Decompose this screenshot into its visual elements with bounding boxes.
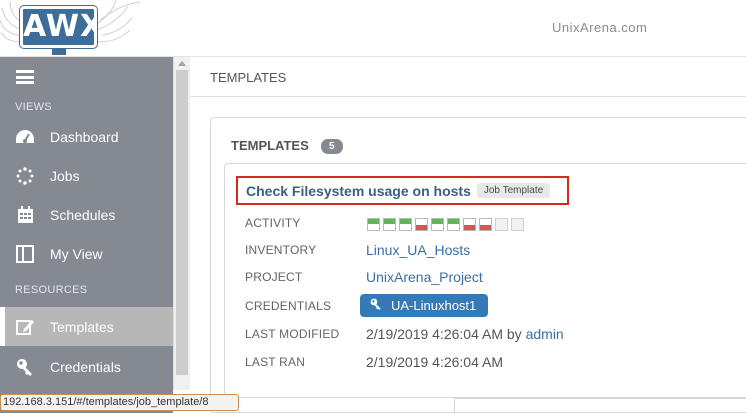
edit-icon (15, 317, 35, 337)
job-type-badge: Job Template (476, 183, 551, 198)
activity-job-none (495, 218, 508, 231)
calendar-icon (15, 205, 35, 225)
last-ran-label: LAST RAN (245, 355, 306, 369)
template-count-badge: 5 (321, 139, 343, 154)
top-bar: AWX UnixArena.com (0, 0, 746, 57)
section-resources: RESOURCES (15, 284, 88, 296)
activity-job-failed[interactable] (479, 218, 492, 231)
last-modified-value: 2/19/2019 4:26:04 AM by admin (366, 326, 564, 342)
project-link[interactable]: UnixArena_Project (366, 269, 483, 285)
activity-job-none (511, 218, 524, 231)
sidebar-item-credentials[interactable]: Credentials (0, 347, 173, 386)
template-name-link[interactable]: Check Filesystem usage on hosts (246, 183, 471, 199)
hamburger-menu-icon[interactable] (16, 70, 34, 84)
last-modified-date: 2/19/2019 4:26:04 AM (366, 326, 503, 342)
inventory-link[interactable]: Linux_UA_Hosts (366, 242, 470, 258)
awx-page: AWX UnixArena.com VIEWS Dashboard Jobs S… (0, 0, 746, 413)
panel-title: TEMPLATES (231, 138, 309, 153)
sidebar-item-label: Templates (50, 318, 114, 335)
inventory-label: INVENTORY (245, 243, 317, 257)
main-header: TEMPLATES (190, 57, 746, 97)
activity-job-failed[interactable] (415, 218, 428, 231)
sidebar-item-label: Jobs (50, 167, 80, 184)
sidebar-item-my-view[interactable]: My View (0, 234, 173, 273)
sidebar-item-label: Dashboard (50, 128, 119, 145)
activity-label: ACTIVITY (245, 216, 301, 230)
key-icon (370, 298, 382, 313)
divider (454, 398, 455, 413)
credentials-label: CREDENTIALS (245, 299, 332, 313)
my-view-icon (15, 244, 35, 264)
sidebar-item-dashboard[interactable]: Dashboard (0, 117, 173, 156)
logo-stand (52, 49, 66, 55)
activity-job-success[interactable] (367, 218, 380, 231)
status-bar-url: 192.168.3.151/#/templates/job_template/8 (0, 394, 239, 411)
sidebar-item-label: Schedules (50, 206, 116, 223)
key-icon (15, 357, 35, 377)
scroll-thumb[interactable] (176, 70, 188, 375)
sidebar-item-schedules[interactable]: Schedules (0, 195, 173, 234)
activity-job-success[interactable] (431, 218, 444, 231)
sidebar-item-label: Credentials (50, 358, 121, 375)
scroll-up-arrow-icon[interactable] (178, 61, 186, 66)
sidebar-item-jobs[interactable]: Jobs (0, 156, 173, 195)
last-ran-value: 2/19/2019 4:26:04 AM (366, 354, 503, 370)
sidebar-item-label: My View (50, 245, 103, 262)
divider (454, 398, 746, 399)
template-card: Check Filesystem usage on hosts Job Temp… (224, 163, 746, 398)
sidebar: VIEWS Dashboard Jobs Schedules My View R… (0, 57, 173, 413)
templates-panel: TEMPLATES 5 Check Filesystem usage on ho… (210, 117, 746, 413)
project-label: PROJECT (245, 270, 303, 284)
activity-job-success[interactable] (447, 218, 460, 231)
dashboard-icon (15, 127, 35, 147)
sidebar-scrollbar[interactable] (173, 57, 190, 390)
activity-strip (367, 218, 524, 231)
breadcrumb[interactable]: TEMPLATES (210, 70, 286, 85)
credential-pill[interactable]: UA-Linuxhost1 (360, 294, 489, 317)
template-title-highlight: Check Filesystem usage on hosts Job Temp… (236, 176, 569, 205)
activity-job-failed[interactable] (463, 218, 476, 231)
jobs-icon (15, 166, 35, 186)
sidebar-item-templates[interactable]: Templates (0, 307, 173, 346)
last-modified-by: by (506, 326, 522, 342)
section-views: VIEWS (15, 101, 52, 113)
awx-logo[interactable]: AWX (0, 0, 150, 57)
site-name: UnixArena.com (552, 20, 648, 35)
logo-text: AWX (19, 5, 103, 49)
last-modified-label: LAST MODIFIED (245, 327, 340, 341)
activity-job-success[interactable] (383, 218, 396, 231)
credential-name: UA-Linuxhost1 (391, 298, 477, 313)
activity-job-success[interactable] (399, 218, 412, 231)
last-modified-user-link[interactable]: admin (526, 326, 564, 342)
